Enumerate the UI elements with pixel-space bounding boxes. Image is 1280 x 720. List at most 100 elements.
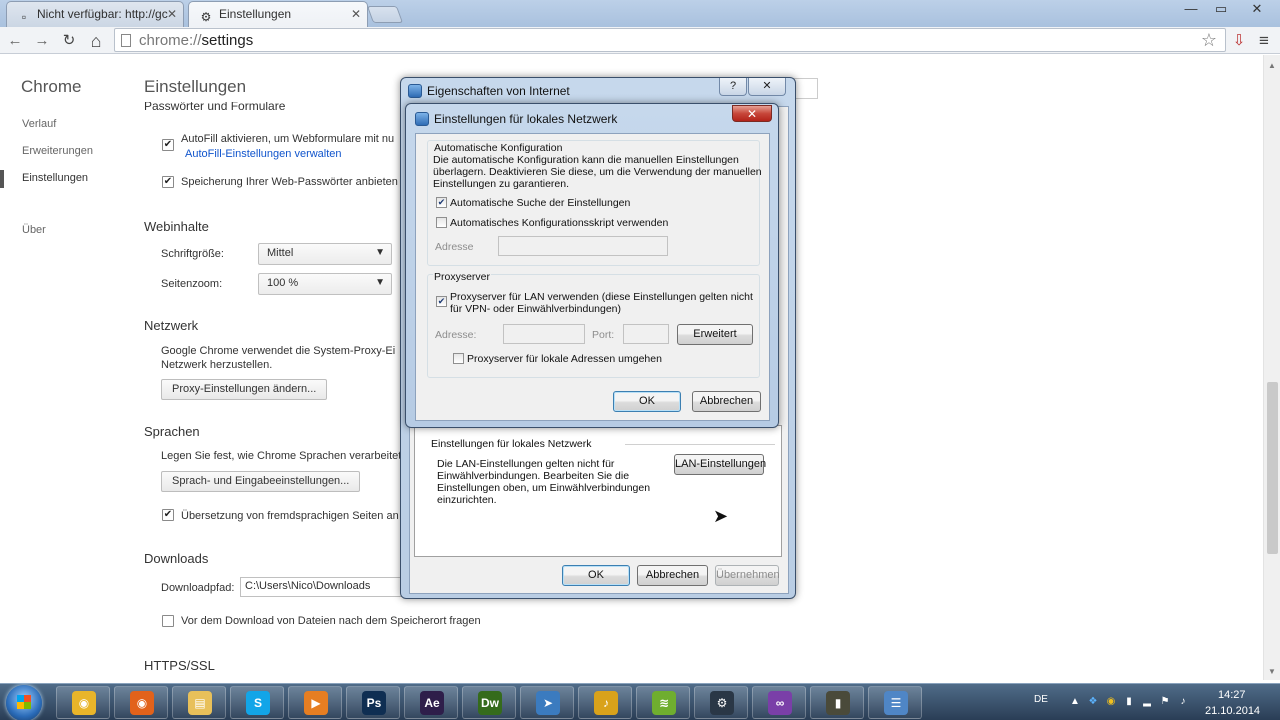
port-field[interactable] [623,324,669,344]
apply-button[interactable]: Übernehmen [715,565,780,586]
sidebar-item-about[interactable]: Über [22,224,46,236]
flag-icon[interactable]: ⚑ [1158,695,1172,709]
scrollbar-thumb[interactable] [1267,382,1278,554]
bypass-local-checkbox[interactable] [453,353,464,364]
zoom-select[interactable]: 100 % ▼ [258,273,392,295]
lan-settings-button[interactable]: LAN-Einstellungen [674,454,766,475]
after-effects-icon: Ae [420,691,444,715]
cancel-button[interactable]: Abbrechen [692,391,761,412]
maximize-button[interactable]: ▭ [1208,0,1234,18]
close-window-button[interactable]: ✕ [1242,0,1272,18]
script-address-field[interactable] [498,236,668,256]
clock-date[interactable]: 21.10.2014 [1205,705,1260,717]
visual-studio-icon: ∞ [768,691,792,715]
dialog-title: Eigenschaften von Internet [427,84,570,98]
taskbar-app-dreamweaver[interactable]: Dw [462,686,516,719]
ask-location-checkbox[interactable] [162,615,174,627]
auto-config-description-3: Einstellungen zu garantieren. [433,178,570,190]
windows-logo-icon [17,695,31,709]
cancel-button[interactable]: Abbrechen [637,565,708,586]
help-button[interactable]: ? [719,78,747,96]
chrome-menu-icon[interactable]: ≡ [1254,31,1274,51]
lan-section-title: Einstellungen für lokales Netzwerk [431,438,592,450]
taskbar-app-explorer[interactable]: ▤ [172,686,226,719]
proxy-address-field[interactable] [503,324,585,344]
close-dialog-button[interactable]: ✕ [732,105,772,122]
signal-icon[interactable]: ▂ [1140,695,1154,709]
input-language-indicator[interactable]: DE [1034,694,1048,705]
dialog-body: Automatische Konfiguration Die automatis… [415,133,770,421]
taskbar-app-firefox[interactable]: ◉ [114,686,168,719]
download-extension-icon[interactable]: ⇩ [1229,31,1249,51]
proxy-heading: Proxyserver [433,271,492,283]
taskbar-app-after-effects[interactable]: Ae [404,686,458,719]
tab-strip: ▫ Nicht verfügbar: http://gc ✕ ⚙ Einstellu… [0,0,1280,28]
font-size-select[interactable]: Mittel ▼ [258,243,392,265]
proxy-settings-button[interactable]: Proxy-Einstellungen ändern... [161,379,328,400]
clock-time[interactable]: 14:27 [1218,689,1246,701]
chrome-icon: ◉ [72,691,96,715]
bookmark-star-icon[interactable]: ☆ [1201,30,1217,51]
avast-icon[interactable]: ◉ [1104,695,1118,709]
page-scrollbar[interactable]: ▲ ▼ [1263,55,1280,680]
sidebar-item-history[interactable]: Verlauf [22,118,56,130]
taskbar-app-media-player[interactable]: ▶ [288,686,342,719]
auto-script-checkbox[interactable] [436,217,447,228]
ok-button[interactable]: OK [562,565,630,586]
taskbar-app-skype[interactable]: S [230,686,284,719]
new-tab-button[interactable] [366,6,404,23]
photoshop-icon: Ps [362,691,386,715]
volume-icon[interactable]: ♪ [1176,695,1190,709]
fl-studio-icon: ♪ [594,691,618,715]
taskbar-app-shortcut-app[interactable]: ➤ [520,686,574,719]
close-dialog-button[interactable]: ✕ [748,78,786,96]
translate-checkbox[interactable]: ✔ [162,509,174,521]
taskbar-app-steam[interactable]: ⚙ [694,686,748,719]
font-size-label: Schriftgröße: [161,248,224,260]
autofill-checkbox[interactable]: ✔ [162,139,174,151]
autofill-settings-link[interactable]: AutoFill-Einstellungen verwalten [185,148,342,160]
forward-arrow-icon[interactable]: → [32,31,52,51]
group-divider [625,444,775,445]
dreamweaver-icon: Dw [478,691,502,715]
scroll-down-icon[interactable]: ▼ [1268,667,1276,676]
reload-icon[interactable]: ↻ [59,31,79,51]
address-bar[interactable]: chrome://settings ☆ [114,28,1226,52]
download-path-field[interactable]: C:\Users\Nico\Downloads [240,577,402,597]
minimize-button[interactable]: — [1178,0,1204,18]
home-icon[interactable]: ⌂ [86,31,106,51]
close-tab-icon[interactable]: ✕ [351,7,361,21]
use-proxy-label: Proxyserver für LAN verwenden (diese Ein… [450,291,753,303]
port-label: Port: [592,329,615,341]
language-settings-button[interactable]: Sprach- und Eingabeeinstellungen... [161,471,361,492]
dialog-title: Einstellungen für lokales Netzwerk [434,112,618,126]
auto-detect-checkbox[interactable]: ✔ [436,197,447,208]
sidebar-item-settings[interactable]: Einstellungen [22,172,88,184]
ok-button[interactable]: OK [613,391,681,412]
shortcut-app-icon: ➤ [536,691,560,715]
taskbar-app-internet-options[interactable]: ☰ [868,686,922,719]
taskbar-app-spotify[interactable]: ≋ [636,686,690,719]
tab-unavailable[interactable]: ▫ Nicht verfügbar: http://gc ✕ [6,1,184,27]
tray-expand-icon[interactable]: ▲ [1068,695,1082,709]
scroll-up-icon[interactable]: ▲ [1268,61,1276,70]
lan-description-4: einzurichten. [437,494,497,506]
taskbar-app-photoshop[interactable]: Ps [346,686,400,719]
close-tab-icon[interactable]: ✕ [167,7,177,21]
taskbar-app-visual-studio[interactable]: ∞ [752,686,806,719]
save-passwords-checkbox[interactable]: ✔ [162,176,174,188]
back-arrow-icon[interactable]: ← [5,31,25,51]
use-proxy-checkbox[interactable]: ✔ [436,296,447,307]
taskbar-app-gpu-tool[interactable]: ▮ [810,686,864,719]
internet-options-icon [408,84,422,98]
url-text: chrome://settings [139,32,254,49]
tab-settings[interactable]: ⚙ Einstellungen ✕ [188,1,368,28]
taskbar-app-chrome[interactable]: ◉ [56,686,110,719]
dropbox-icon[interactable]: ❖ [1086,695,1100,709]
start-button[interactable] [6,685,42,720]
network-tray-icon[interactable]: ▮ [1122,695,1136,709]
lan-description: Die LAN-Einstellungen gelten nicht für [437,458,615,470]
advanced-button[interactable]: Erweitert [677,324,753,345]
sidebar-item-extensions[interactable]: Erweiterungen [22,145,93,157]
taskbar-app-fl-studio[interactable]: ♪ [578,686,632,719]
